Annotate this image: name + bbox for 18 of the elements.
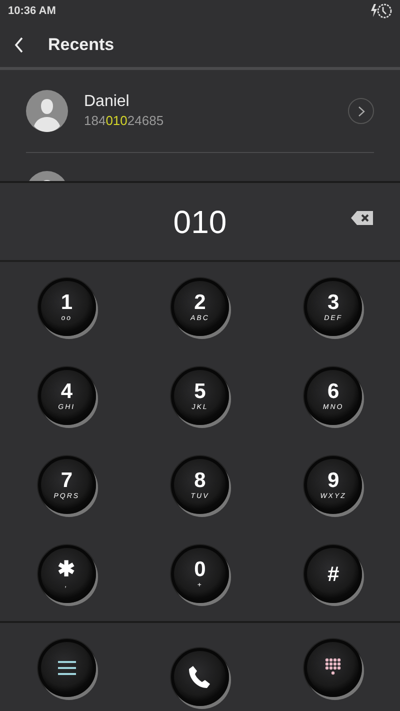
details-button[interactable] xyxy=(348,98,374,124)
chevron-icon xyxy=(358,106,364,116)
back-button[interactable] xyxy=(14,36,24,52)
charging-clock-icon xyxy=(370,3,392,19)
dialed-number: 010 xyxy=(173,202,227,242)
contact-name: Daniel xyxy=(84,92,130,111)
contact-number: 18401024685 xyxy=(84,112,165,130)
call-button[interactable] xyxy=(170,648,229,706)
backspace-icon[interactable] xyxy=(350,210,374,226)
phone-icon xyxy=(186,664,213,690)
menu-button[interactable] xyxy=(38,639,96,697)
avatar-icon xyxy=(26,90,68,132)
menu-icon xyxy=(56,660,77,676)
contact-row[interactable]: Daniel 18401024685 xyxy=(0,70,400,152)
dialpad-button[interactable] xyxy=(304,639,362,697)
dial-key[interactable]: # xyxy=(304,545,362,603)
status-time: 10:36 AM xyxy=(8,4,56,19)
header-title: Recents xyxy=(48,34,114,56)
